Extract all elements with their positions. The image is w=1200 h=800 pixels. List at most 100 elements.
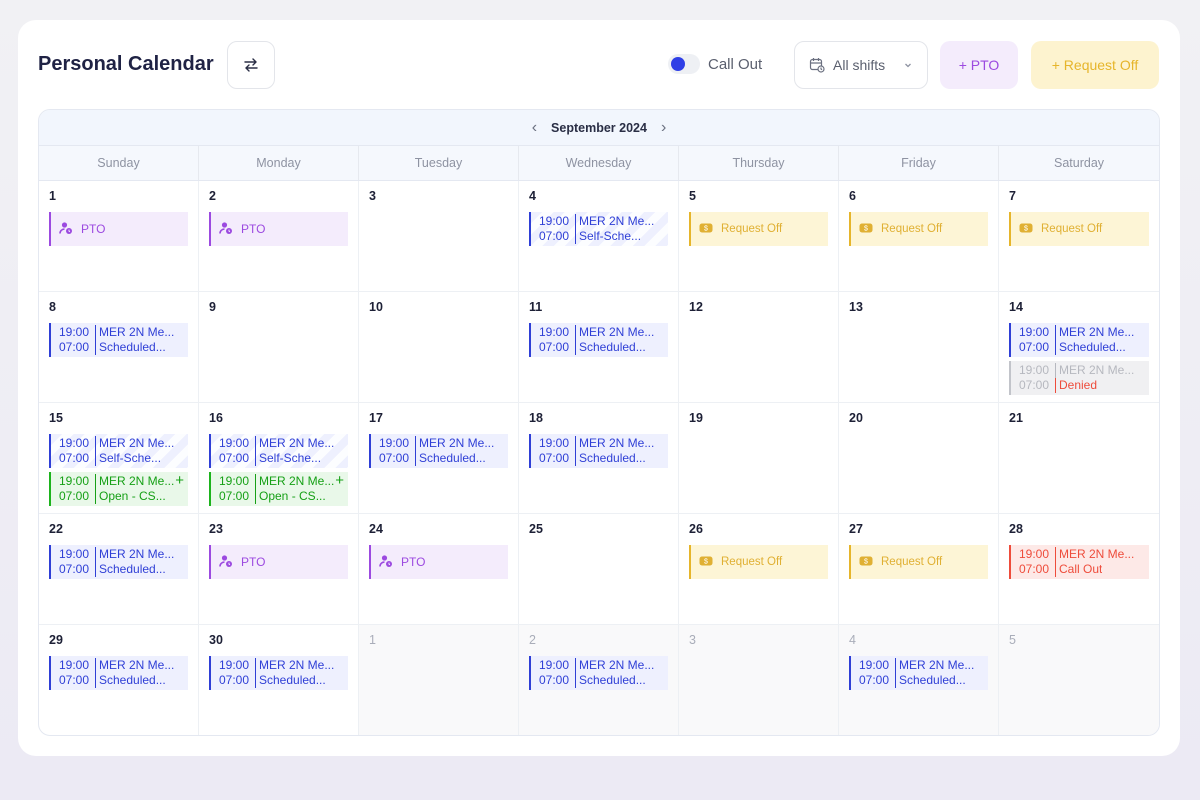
shift-event[interactable]: 19:00 MER 2N Me... 07:00 Denied xyxy=(1009,361,1149,395)
shift-event[interactable]: 19:00 MER 2N Me... 07:00 Scheduled... xyxy=(209,656,348,690)
day-number: 3 xyxy=(369,189,376,203)
day-number: 22 xyxy=(49,522,63,536)
request-off-event[interactable]: $ Request Off xyxy=(849,212,988,246)
shift-event[interactable]: 19:00 MER 2N Me... 07:00 Scheduled... xyxy=(49,545,188,579)
pto-event[interactable]: PTO xyxy=(369,545,508,579)
shift-event[interactable]: 19:00 MER 2N Me... 07:00 Scheduled... xyxy=(529,323,668,357)
shift-start-time: 19:00 xyxy=(59,474,90,488)
day-cell[interactable]: 29 19:00 MER 2N Me... 07:00 Scheduled... xyxy=(39,625,199,735)
day-cell[interactable]: 14 19:00 MER 2N Me... 07:00 Scheduled... 19:0… xyxy=(999,292,1159,403)
day-cell[interactable]: 25 xyxy=(519,514,679,625)
shift-event[interactable]: 19:00 MER 2N Me... 07:00 Scheduled... xyxy=(1009,323,1149,357)
shift-event[interactable]: 19:00 MER 2N Me... 07:00 Scheduled... xyxy=(369,434,508,468)
pto-event[interactable]: PTO xyxy=(209,545,348,579)
shift-line-start: 19:00 MER 2N Me... xyxy=(539,325,668,340)
pto-label: PTO xyxy=(81,222,106,236)
day-cell[interactable]: 3 xyxy=(679,625,839,735)
day-number: 29 xyxy=(49,633,63,647)
pto-event[interactable]: PTO xyxy=(209,212,348,246)
day-cell[interactable]: 22 19:00 MER 2N Me... 07:00 Scheduled... xyxy=(39,514,199,625)
add-shift-icon[interactable]: + xyxy=(175,473,184,488)
swap-arrows-icon xyxy=(244,58,258,72)
shift-title: MER 2N Me... xyxy=(895,658,974,673)
day-cell[interactable]: 9 xyxy=(199,292,359,403)
day-cell[interactable]: 4 19:00 MER 2N Me... 07:00 Scheduled... xyxy=(839,625,999,735)
swap-view-button[interactable] xyxy=(227,41,275,89)
day-cell[interactable]: 1 xyxy=(359,625,519,735)
day-cell[interactable]: 20 xyxy=(839,403,999,514)
shift-event[interactable]: 19:00 MER 2N Me... 07:00 Scheduled... xyxy=(529,656,668,690)
day-cell[interactable]: 17 19:00 MER 2N Me... 07:00 Scheduled... xyxy=(359,403,519,514)
day-cell[interactable]: 27 $ Request Off xyxy=(839,514,999,625)
day-cell[interactable]: 8 19:00 MER 2N Me... 07:00 Scheduled... xyxy=(39,292,199,403)
shift-start-time: 19:00 xyxy=(219,474,250,488)
pto-event[interactable]: PTO xyxy=(49,212,188,246)
shift-start-time: 19:00 xyxy=(539,436,570,450)
add-shift-icon[interactable]: + xyxy=(335,473,344,488)
prev-month-icon[interactable]: ‹ xyxy=(532,119,537,136)
day-cell[interactable]: 1 PTO xyxy=(39,181,199,292)
shift-status: Scheduled... xyxy=(95,562,166,577)
shift-start-time: 19:00 xyxy=(1019,325,1050,339)
day-cell[interactable]: 10 xyxy=(359,292,519,403)
shift-event[interactable]: 19:00 MER 2N Me... 07:00 Call Out xyxy=(1009,545,1149,579)
day-cell[interactable]: 19 xyxy=(679,403,839,514)
day-cell[interactable]: 5 xyxy=(999,625,1159,735)
shift-event[interactable]: 19:00 MER 2N Me... 07:00 Self-Sche... xyxy=(529,212,668,246)
shift-event[interactable]: 19:00 MER 2N Me... 07:00 Scheduled... xyxy=(849,656,988,690)
next-month-icon[interactable]: › xyxy=(661,119,666,136)
request-off-event[interactable]: $ Request Off xyxy=(689,545,828,579)
day-number: 26 xyxy=(689,522,703,536)
shift-line-end: 07:00 Scheduled... xyxy=(539,451,668,466)
day-cell[interactable]: 3 xyxy=(359,181,519,292)
day-number: 25 xyxy=(529,522,543,536)
day-cell[interactable]: 2 PTO xyxy=(199,181,359,292)
day-cell[interactable]: 5 $ Request Off xyxy=(679,181,839,292)
day-cell[interactable]: 13 xyxy=(839,292,999,403)
day-cell[interactable]: 21 xyxy=(999,403,1159,514)
day-cell[interactable]: 11 19:00 MER 2N Me... 07:00 Scheduled... xyxy=(519,292,679,403)
shift-line-start: 19:00 MER 2N Me... xyxy=(59,547,188,562)
shift-status: Self-Sche... xyxy=(255,451,321,466)
shift-event[interactable]: 19:00 MER 2N Me... 07:00 Self-Sche... xyxy=(209,434,348,468)
shift-filter-select[interactable]: All shifts xyxy=(794,41,928,89)
shift-end-time: 07:00 xyxy=(539,673,570,687)
shift-line-start: 19:00 MER 2N Me... xyxy=(539,214,668,229)
day-cell[interactable]: 15 19:00 MER 2N Me... 07:00 Self-Sche... 19:0… xyxy=(39,403,199,514)
day-number: 24 xyxy=(369,522,383,536)
month-navigator: ‹ September 2024 › xyxy=(39,110,1159,146)
request-off-label: Request Off xyxy=(881,223,943,235)
day-cell[interactable]: 2 19:00 MER 2N Me... 07:00 Scheduled... xyxy=(519,625,679,735)
day-cell[interactable]: 23 PTO xyxy=(199,514,359,625)
calendar-clock-icon xyxy=(809,58,825,73)
request-off-button[interactable]: + Request Off xyxy=(1031,41,1159,89)
shift-line-end: 07:00 Scheduled... xyxy=(539,673,668,688)
request-off-event[interactable]: $ Request Off xyxy=(849,545,988,579)
add-pto-button[interactable]: + PTO xyxy=(940,41,1018,89)
shift-event[interactable]: 19:00 MER 2N Me... 07:00 Self-Sche... xyxy=(49,434,188,468)
day-cell[interactable]: 12 xyxy=(679,292,839,403)
weekday-sunday: Sunday xyxy=(39,146,199,180)
day-cell[interactable]: 7 $ Request Off xyxy=(999,181,1159,292)
day-cell[interactable]: 4 19:00 MER 2N Me... 07:00 Self-Sche... xyxy=(519,181,679,292)
callout-toggle[interactable] xyxy=(668,54,700,74)
shift-event[interactable]: 19:00 MER 2N Me... 07:00 Open - CS... + xyxy=(209,472,348,506)
request-off-event[interactable]: $ Request Off xyxy=(1009,212,1149,246)
day-cell[interactable]: 28 19:00 MER 2N Me... 07:00 Call Out xyxy=(999,514,1159,625)
day-cell[interactable]: 24 PTO xyxy=(359,514,519,625)
day-number: 14 xyxy=(1009,300,1023,314)
pto-person-icon xyxy=(219,221,233,238)
day-number: 23 xyxy=(209,522,223,536)
day-cell[interactable]: 26 $ Request Off xyxy=(679,514,839,625)
shift-line-start: 19:00 MER 2N Me... xyxy=(59,436,188,451)
day-cell[interactable]: 16 19:00 MER 2N Me... 07:00 Self-Sche... 19:0… xyxy=(199,403,359,514)
request-off-event[interactable]: $ Request Off xyxy=(689,212,828,246)
day-cell[interactable]: 30 19:00 MER 2N Me... 07:00 Scheduled... xyxy=(199,625,359,735)
day-cell[interactable]: 18 19:00 MER 2N Me... 07:00 Scheduled... xyxy=(519,403,679,514)
shift-event[interactable]: 19:00 MER 2N Me... 07:00 Open - CS... + xyxy=(49,472,188,506)
shift-event[interactable]: 19:00 MER 2N Me... 07:00 Scheduled... xyxy=(529,434,668,468)
shift-event[interactable]: 19:00 MER 2N Me... 07:00 Scheduled... xyxy=(49,323,188,357)
day-cell[interactable]: 6 $ Request Off xyxy=(839,181,999,292)
shift-event[interactable]: 19:00 MER 2N Me... 07:00 Scheduled... xyxy=(49,656,188,690)
shift-title: MER 2N Me... xyxy=(575,436,654,451)
